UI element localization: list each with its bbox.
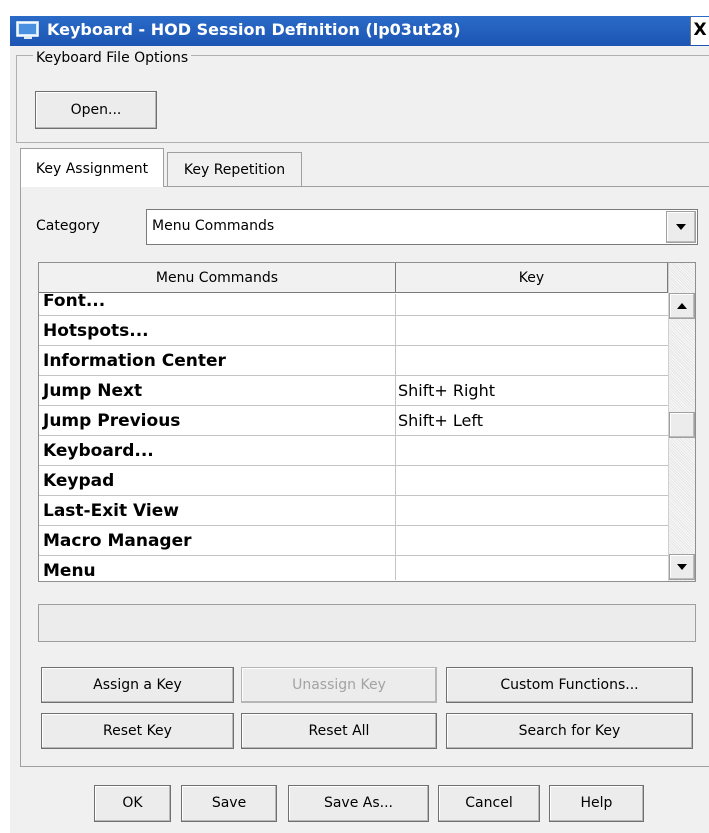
scrollbar-thumb[interactable] [669,412,695,438]
table-row[interactable]: Jump Next Shift+ Right [39,376,668,406]
table-row[interactable]: Last-Exit View [39,496,668,526]
category-value: Menu Commands [152,218,275,234]
group-label: Keyboard File Options [33,49,192,67]
key-cell [396,466,668,496]
custom-functions-button[interactable]: Custom Functions... [446,667,693,703]
unassign-key-button[interactable]: Unassign Key [241,667,437,703]
command-cell: Jump Previous [39,406,396,436]
table-row[interactable]: Keyboard... [39,436,668,466]
key-cell [396,526,668,556]
reset-all-button[interactable]: Reset All [241,713,437,749]
arrow-up-icon[interactable] [669,293,695,319]
tab-key-repetition[interactable]: Key Repetition [167,152,302,186]
open-button[interactable]: Open... [35,91,157,129]
command-cell: Information Center [39,346,396,376]
search-for-key-button[interactable]: Search for Key [446,713,693,749]
command-cell: Keyboard... [39,436,396,466]
table-row[interactable]: Jump Previous Shift+ Left [39,406,668,436]
command-cell: Macro Manager [39,526,396,556]
table-row[interactable]: Macro Manager [39,526,668,556]
terminal-window-icon [16,21,40,41]
column-header-key[interactable]: Key [396,263,668,293]
command-cell: Font... [39,294,396,316]
table-row[interactable]: Keypad [39,466,668,496]
command-cell: Menu [39,556,396,580]
key-cell [396,346,668,376]
chevron-down-icon[interactable] [666,211,696,243]
arrow-down-icon[interactable] [669,554,695,580]
key-cell: Shift+ Left [398,411,483,430]
key-cell [396,436,668,466]
column-header-menu-commands[interactable]: Menu Commands [39,263,396,293]
key-display-field [38,604,696,642]
save-button[interactable]: Save [181,785,277,822]
close-button[interactable]: X [690,17,709,45]
window-title: Keyboard - HOD Session Definition (lp03u… [47,20,461,39]
table-row[interactable]: Information Center [39,346,668,376]
reset-key-button[interactable]: Reset Key [41,713,234,749]
tab-key-assignment[interactable]: Key Assignment [20,148,164,187]
key-cell [396,496,668,526]
help-button[interactable]: Help [549,785,644,822]
command-cell: Hotspots... [39,316,396,346]
assign-key-button[interactable]: Assign a Key [41,667,234,703]
table-row[interactable]: Menu [39,556,668,580]
command-cell: Keypad [39,466,396,496]
key-cell [396,294,668,316]
category-label: Category [36,218,100,234]
command-cell: Jump Next [39,376,396,406]
table-row[interactable]: Hotspots... [39,316,668,346]
table-row[interactable]: Font... [39,294,668,316]
save-as-button[interactable]: Save As... [288,785,429,822]
table-body: Font... Hotspots... Information Center J… [39,294,668,580]
key-cell [396,556,668,580]
key-cell: Shift+ Right [398,381,495,400]
ok-button[interactable]: OK [94,785,171,822]
command-cell: Last-Exit View [39,496,396,526]
cancel-button[interactable]: Cancel [438,785,540,822]
key-cell [396,316,668,346]
